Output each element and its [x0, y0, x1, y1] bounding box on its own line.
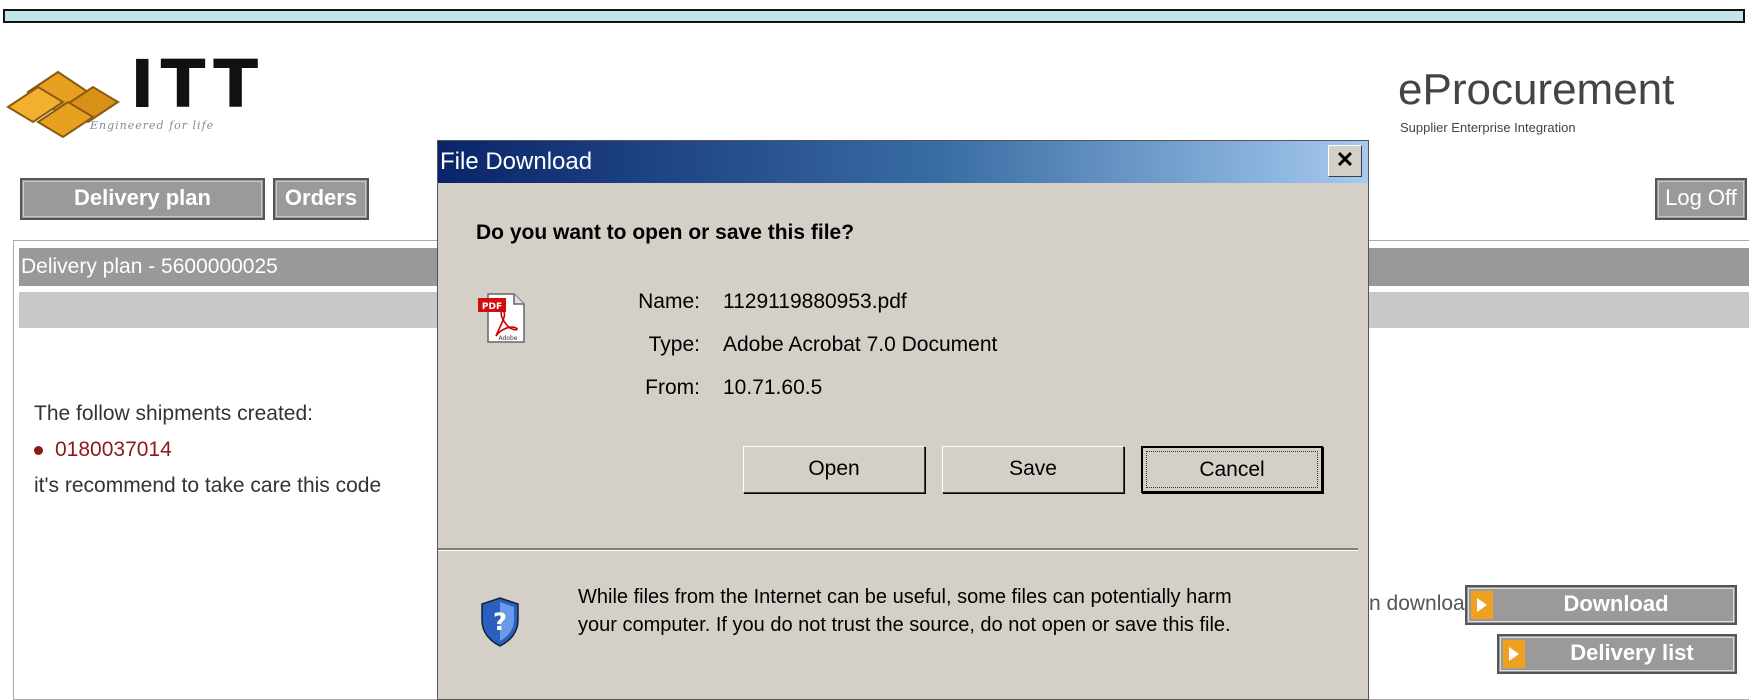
- security-warning-line2: your computer. If you do not trust the s…: [578, 614, 1231, 636]
- shipment-list-item[interactable]: 0180037014: [34, 438, 172, 462]
- arrow-right-icon: [1503, 640, 1525, 668]
- file-source-value: 10.71.60.5: [723, 376, 823, 399]
- app-title: eProcurement: [1398, 65, 1675, 114]
- delivery-plan-nav-button[interactable]: Delivery plan: [20, 178, 265, 220]
- shield-question-icon: ?: [481, 597, 519, 647]
- delivery-list-button[interactable]: Delivery list: [1497, 634, 1737, 674]
- open-button[interactable]: Open: [743, 446, 925, 493]
- dialog-question: Do you want to open or save this file?: [476, 221, 855, 244]
- log-off-button[interactable]: Log Off: [1655, 178, 1747, 220]
- svg-text:?: ?: [493, 608, 507, 636]
- cancel-button[interactable]: Cancel: [1141, 446, 1323, 493]
- arrow-right-icon: [1471, 591, 1493, 619]
- file-type-value: Adobe Acrobat 7.0 Document: [723, 333, 998, 356]
- download-hint-text: n download: [1369, 592, 1477, 615]
- pdf-file-icon: PDF Adobe: [478, 293, 525, 343]
- security-warning-line1: While files from the Internet can be use…: [578, 586, 1232, 608]
- download-button[interactable]: Download: [1465, 585, 1737, 625]
- bullet-icon: [34, 445, 43, 455]
- logo-wordmark: ITT: [130, 46, 265, 123]
- save-button[interactable]: Save: [942, 446, 1124, 493]
- svg-text:Adobe: Adobe: [499, 335, 518, 342]
- dialog-divider: [438, 548, 1358, 551]
- recommend-text: it's recommend to take care this code: [34, 474, 382, 497]
- type-label: Type:: [648, 333, 700, 356]
- orders-nav-button[interactable]: Orders: [273, 178, 369, 220]
- file-name-value: 1129119880953.pdf: [723, 290, 907, 313]
- close-icon[interactable]: ✕: [1328, 145, 1362, 177]
- top-frame-bar: [3, 9, 1745, 23]
- app-subtitle: Supplier Enterprise Integration: [1400, 120, 1576, 135]
- logo-tagline: Engineered for life: [90, 119, 215, 132]
- shipment-number[interactable]: 0180037014: [55, 438, 172, 461]
- from-label: From:: [645, 376, 700, 399]
- delivery-list-button-label: Delivery list: [1570, 640, 1694, 665]
- dialog-title: File Download: [440, 148, 593, 175]
- name-label: Name:: [638, 290, 700, 313]
- shipments-created-text: The follow shipments created:: [34, 402, 313, 425]
- svg-text:PDF: PDF: [482, 302, 502, 312]
- download-button-label: Download: [1563, 591, 1669, 616]
